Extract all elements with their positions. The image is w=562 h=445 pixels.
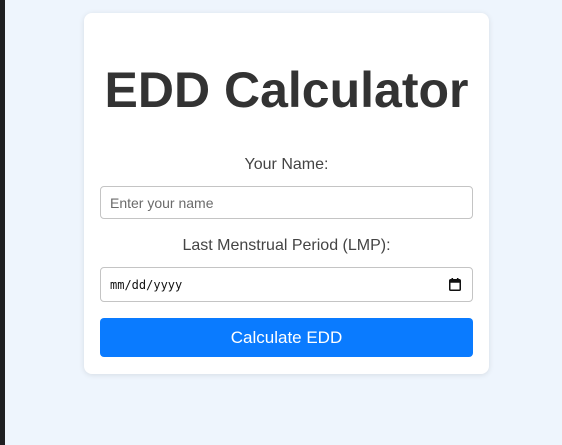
- calculate-edd-button[interactable]: Calculate EDD: [100, 318, 473, 357]
- edd-calculator-card: EDD Calculator Your Name: Last Menstrual…: [84, 13, 489, 374]
- page-title: EDD Calculator: [104, 62, 469, 118]
- lmp-date-text[interactable]: mm/dd/yyyy: [110, 277, 182, 293]
- window-edge: [0, 0, 5, 445]
- lmp-date-input[interactable]: mm/dd/yyyy: [100, 267, 473, 302]
- name-input[interactable]: [101, 187, 472, 218]
- name-label: Your Name:: [244, 156, 329, 173]
- lmp-label: Last Menstrual Period (LMP):: [182, 237, 391, 254]
- calendar-icon[interactable]: [449, 278, 461, 291]
- name-field-box: [100, 186, 473, 219]
